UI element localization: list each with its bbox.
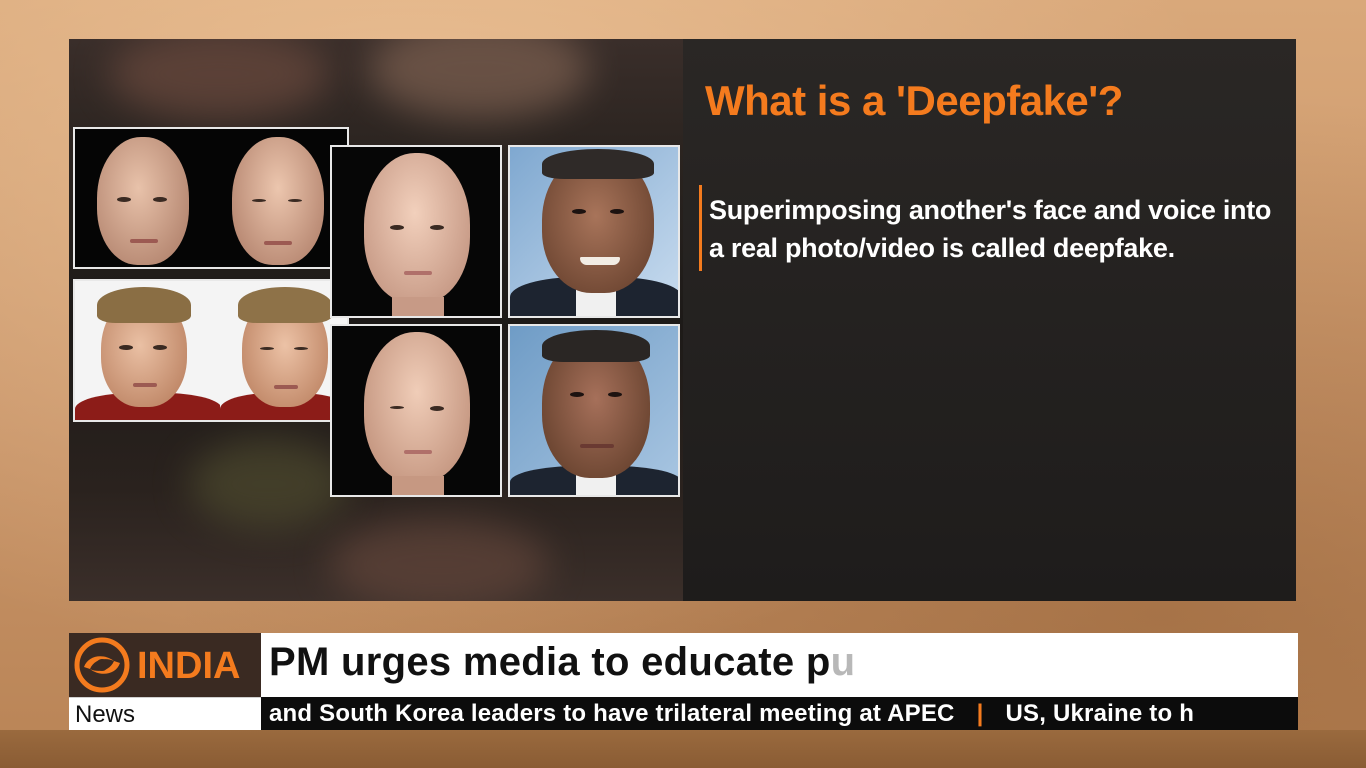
face-eye: [153, 345, 167, 350]
ticker-separator: |: [976, 700, 984, 727]
channel-logo: INDIA: [69, 633, 261, 697]
breaking-headline: PM urges media to educate pu: [269, 640, 855, 685]
blur-blob: [369, 39, 589, 119]
news-ticker: and South Korea leaders to have trilater…: [261, 697, 1298, 730]
hair: [542, 330, 650, 362]
ticker-item: and South Korea leaders to have trilater…: [269, 700, 955, 727]
face-mouth: [264, 241, 292, 245]
image-collage-panel: [69, 39, 683, 601]
face-card-bald-man-swapped: [214, 127, 349, 269]
ticker-item: US, Ukraine to h: [1005, 700, 1195, 727]
face-mouth: [274, 385, 298, 389]
hair: [238, 287, 332, 323]
face-mouth: [580, 444, 614, 448]
news-label-box: News: [69, 697, 261, 730]
slide-description: Superimposing another's face and voice i…: [709, 195, 1272, 263]
face-mouth: [133, 383, 157, 387]
neck: [392, 297, 444, 316]
channel-name: INDIA: [137, 645, 241, 687]
face-image: [364, 153, 470, 303]
face-card-bald-woman-bottom: [330, 324, 502, 497]
dd-logo-icon: [74, 637, 130, 693]
face-eye: [430, 406, 444, 411]
face-card-obama-smiling: [508, 145, 680, 318]
face-card-bald-man-original: [73, 127, 214, 269]
face-eye: [390, 406, 404, 409]
face-eye: [610, 209, 624, 214]
headline-text: PM urges media to educate p: [269, 640, 831, 684]
info-panel: What is a 'Deepfake'? Superimposing anot…: [683, 39, 1296, 601]
face-eye: [288, 199, 302, 202]
face-image: [232, 137, 324, 265]
news-label: News: [75, 701, 136, 728]
face-eye: [570, 392, 584, 397]
face-eye: [608, 392, 622, 397]
face-mouth: [404, 450, 432, 454]
headline-fading-char: u: [830, 640, 856, 684]
face-image: [364, 332, 470, 482]
face-card-young-man-original: [73, 279, 220, 422]
face-eye: [260, 347, 274, 350]
blur-blob: [189, 439, 349, 529]
face-mouth: [130, 239, 158, 243]
face-eye: [119, 345, 133, 350]
bottom-band: [0, 730, 1366, 768]
face-eye: [117, 197, 131, 202]
face-mouth: [404, 271, 432, 275]
slide-title: What is a 'Deepfake'?: [705, 77, 1123, 124]
face-eye: [252, 199, 266, 202]
blur-blob: [109, 39, 329, 119]
accent-bar: [699, 185, 702, 271]
face-card-bald-woman-top: [330, 145, 502, 318]
hair: [97, 287, 191, 323]
video-stage: What is a 'Deepfake'? Superimposing anot…: [69, 39, 1296, 601]
blur-blob: [329, 519, 549, 601]
face-card-obama-portrait: [508, 324, 680, 497]
face-eye: [430, 225, 444, 230]
face-eye: [294, 347, 308, 350]
face-image: [97, 137, 189, 265]
face-eye: [153, 197, 167, 202]
face-eye: [572, 209, 586, 214]
face-eye: [390, 225, 404, 230]
ticker-text: and South Korea leaders to have trilater…: [269, 700, 1194, 728]
hair: [542, 149, 654, 179]
neck: [392, 476, 444, 495]
face-mouth: [580, 257, 620, 265]
